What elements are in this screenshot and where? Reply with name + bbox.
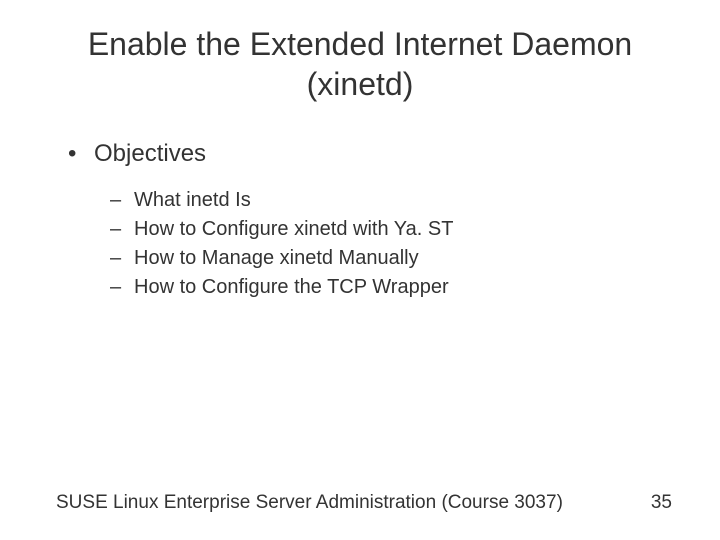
- list-item: –How to Configure the TCP Wrapper: [110, 273, 672, 302]
- objective-text: How to Configure the TCP Wrapper: [134, 276, 449, 298]
- section-heading: •Objectives: [68, 140, 672, 168]
- section-label: Objectives: [94, 140, 206, 167]
- dash-marker: –: [110, 273, 134, 302]
- list-item: –How to Manage xinetd Manually: [110, 244, 672, 273]
- bullet-marker: •: [68, 140, 94, 168]
- dash-marker: –: [110, 215, 134, 244]
- dash-marker: –: [110, 244, 134, 273]
- objective-text: What inetd Is: [134, 189, 251, 211]
- footer-page-number: 35: [651, 492, 672, 514]
- title-line-1: Enable the Extended Internet Daemon: [88, 26, 632, 62]
- objective-text: How to Configure xinetd with Ya. ST: [134, 218, 453, 240]
- objective-text: How to Manage xinetd Manually: [134, 247, 419, 269]
- dash-marker: –: [110, 186, 134, 215]
- footer-course: SUSE Linux Enterprise Server Administrat…: [56, 492, 563, 514]
- slide-footer: SUSE Linux Enterprise Server Administrat…: [0, 492, 720, 514]
- slide-title: Enable the Extended Internet Daemon (xin…: [48, 24, 672, 104]
- slide: Enable the Extended Internet Daemon (xin…: [0, 0, 720, 540]
- list-item: –How to Configure xinetd with Ya. ST: [110, 215, 672, 244]
- title-line-2: (xinetd): [307, 66, 414, 102]
- list-item: –What inetd Is: [110, 186, 672, 215]
